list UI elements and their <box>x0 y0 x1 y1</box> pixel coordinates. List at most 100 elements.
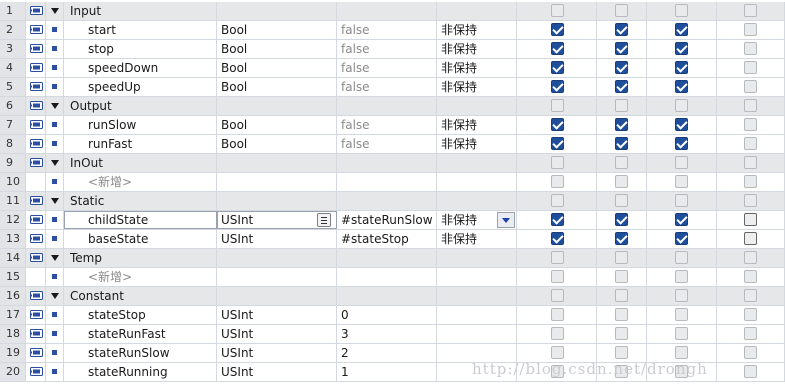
default-value-cell[interactable] <box>337 287 437 305</box>
accessible-from-hmi-checkbox[interactable] <box>551 308 564 321</box>
writable-from-hmi-checkbox[interactable] <box>615 156 628 169</box>
retain-cell[interactable] <box>437 192 517 210</box>
data-type-cell[interactable]: Bool <box>217 21 337 39</box>
default-value-cell[interactable] <box>337 268 437 286</box>
accessible-from-hmi-checkbox[interactable] <box>551 270 564 283</box>
default-value-cell[interactable]: 1 <box>337 363 437 381</box>
accessible-from-hmi-checkbox[interactable] <box>551 194 564 207</box>
name-cell[interactable]: baseState <box>64 230 217 248</box>
visible-in-hmi-checkbox[interactable] <box>675 194 688 207</box>
visible-in-hmi-checkbox[interactable] <box>675 175 688 188</box>
data-type-cell[interactable]: USInt <box>217 211 337 229</box>
data-type-cell[interactable] <box>217 2 337 20</box>
data-type-cell[interactable]: Bool <box>217 40 337 58</box>
setpoint-checkbox[interactable] <box>744 327 757 340</box>
name-cell[interactable]: start <box>64 21 217 39</box>
collapse-arrow-icon[interactable] <box>51 198 59 204</box>
expand-toggle[interactable] <box>46 2 64 20</box>
data-type-cell[interactable] <box>217 287 337 305</box>
table-row[interactable]: 15 <新增> <box>0 268 785 287</box>
expand-toggle[interactable] <box>46 249 64 267</box>
accessible-from-hmi-checkbox[interactable] <box>551 99 564 112</box>
accessible-from-hmi-checkbox[interactable] <box>551 175 564 188</box>
visible-in-hmi-checkbox[interactable] <box>675 99 688 112</box>
data-type-cell[interactable]: USInt <box>217 325 337 343</box>
name-cell[interactable]: Output <box>64 97 217 115</box>
writable-from-hmi-checkbox[interactable] <box>615 23 628 36</box>
writable-from-hmi-checkbox[interactable] <box>615 194 628 207</box>
visible-in-hmi-checkbox[interactable] <box>675 156 688 169</box>
table-row[interactable]: 17 stateStop USInt 0 <box>0 306 785 325</box>
visible-in-hmi-checkbox[interactable] <box>675 289 688 302</box>
visible-in-hmi-checkbox[interactable] <box>675 213 688 226</box>
collapse-arrow-icon[interactable] <box>51 255 59 261</box>
section-row[interactable]: 6 Output <box>0 97 785 116</box>
writable-from-hmi-checkbox[interactable] <box>615 346 628 359</box>
accessible-from-hmi-checkbox[interactable] <box>551 346 564 359</box>
name-cell[interactable]: stop <box>64 40 217 58</box>
setpoint-checkbox[interactable] <box>744 118 757 131</box>
setpoint-checkbox[interactable] <box>744 251 757 264</box>
name-cell[interactable]: speedUp <box>64 78 217 96</box>
visible-in-hmi-checkbox[interactable] <box>675 327 688 340</box>
name-cell[interactable]: Temp <box>64 249 217 267</box>
default-value-cell[interactable]: #stateStop <box>337 230 437 248</box>
retain-cell[interactable]: 非保持 <box>437 116 517 134</box>
expand-toggle[interactable] <box>46 154 64 172</box>
visible-in-hmi-checkbox[interactable] <box>675 4 688 17</box>
name-cell[interactable]: <新增> <box>64 268 217 286</box>
visible-in-hmi-checkbox[interactable] <box>675 346 688 359</box>
setpoint-checkbox[interactable] <box>744 23 757 36</box>
data-type-cell[interactable]: USInt <box>217 363 337 381</box>
default-value-cell[interactable]: false <box>337 116 437 134</box>
section-row[interactable]: 14 Temp <box>0 249 785 268</box>
retain-cell[interactable] <box>437 344 517 362</box>
name-cell[interactable]: Static <box>64 192 217 210</box>
default-value-cell[interactable] <box>337 192 437 210</box>
dropdown-arrow-icon[interactable] <box>497 212 515 228</box>
writable-from-hmi-checkbox[interactable] <box>615 232 628 245</box>
accessible-from-hmi-checkbox[interactable] <box>551 80 564 93</box>
default-value-cell[interactable] <box>337 249 437 267</box>
visible-in-hmi-checkbox[interactable] <box>675 251 688 264</box>
table-row[interactable]: 2 start Bool false 非保持 <box>0 21 785 40</box>
writable-from-hmi-checkbox[interactable] <box>615 175 628 188</box>
expand-toggle[interactable] <box>46 192 64 210</box>
expand-toggle[interactable] <box>46 97 64 115</box>
retain-cell[interactable]: 非保持 <box>437 211 517 229</box>
accessible-from-hmi-checkbox[interactable] <box>551 42 564 55</box>
data-type-cell[interactable] <box>217 173 337 191</box>
setpoint-checkbox[interactable] <box>744 213 757 226</box>
data-type-cell[interactable] <box>217 154 337 172</box>
section-row[interactable]: 16 Constant <box>0 287 785 306</box>
default-value-cell[interactable]: 0 <box>337 306 437 324</box>
setpoint-checkbox[interactable] <box>744 232 757 245</box>
name-cell[interactable]: stateStop <box>64 306 217 324</box>
writable-from-hmi-checkbox[interactable] <box>615 365 628 378</box>
data-type-cell[interactable]: Bool <box>217 135 337 153</box>
name-cell[interactable]: InOut <box>64 154 217 172</box>
setpoint-checkbox[interactable] <box>744 4 757 17</box>
retain-cell[interactable] <box>437 268 517 286</box>
data-type-cell[interactable]: Bool <box>217 59 337 77</box>
writable-from-hmi-checkbox[interactable] <box>615 99 628 112</box>
retain-cell[interactable]: 非保持 <box>437 59 517 77</box>
default-value-cell[interactable]: false <box>337 21 437 39</box>
retain-cell[interactable]: 非保持 <box>437 230 517 248</box>
writable-from-hmi-checkbox[interactable] <box>615 42 628 55</box>
writable-from-hmi-checkbox[interactable] <box>615 118 628 131</box>
default-value-cell[interactable]: #stateRunSlow <box>337 211 437 229</box>
retain-cell[interactable]: 非保持 <box>437 135 517 153</box>
expand-toggle[interactable] <box>46 287 64 305</box>
default-value-cell[interactable] <box>337 173 437 191</box>
writable-from-hmi-checkbox[interactable] <box>615 61 628 74</box>
data-type-cell[interactable]: Bool <box>217 78 337 96</box>
retain-cell[interactable] <box>437 154 517 172</box>
writable-from-hmi-checkbox[interactable] <box>615 213 628 226</box>
retain-cell[interactable]: 非保持 <box>437 40 517 58</box>
retain-cell[interactable] <box>437 287 517 305</box>
visible-in-hmi-checkbox[interactable] <box>675 61 688 74</box>
default-value-cell[interactable]: false <box>337 59 437 77</box>
name-cell[interactable]: stateRunFast <box>64 325 217 343</box>
setpoint-checkbox[interactable] <box>744 308 757 321</box>
